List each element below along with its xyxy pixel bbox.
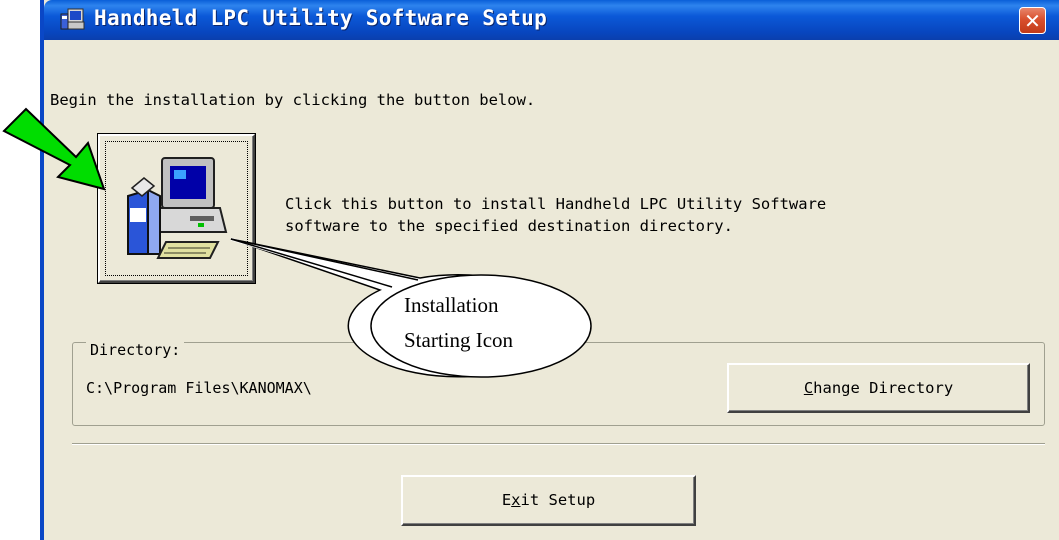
change-directory-button[interactable]: Change Directory (727, 363, 1030, 413)
exit-setup-prefix: E (501, 491, 512, 509)
directory-label: Directory: (86, 341, 185, 359)
change-directory-mnemonic: C (803, 379, 814, 397)
directory-path: C:\Program Files\KANOMAX\ (86, 379, 312, 397)
exit-setup-button[interactable]: Exit Setup (401, 475, 696, 526)
install-description-line-2: software to the specified destination di… (285, 217, 733, 235)
install-button[interactable] (98, 134, 255, 283)
callout-line-1: Installation (404, 293, 499, 317)
callout-line-2: Starting Icon (404, 328, 514, 352)
callout-text: Installation Starting Icon (404, 288, 554, 358)
close-button[interactable]: ✕ (1019, 7, 1046, 34)
green-arrow-icon (2, 107, 106, 191)
window-title: Handheld LPC Utility Software Setup (94, 6, 548, 30)
change-directory-suffix: hange Directory (813, 379, 954, 397)
computer-setup-icon (127, 157, 228, 259)
install-description: Click this button to install Handheld LP… (285, 193, 826, 237)
exit-setup-mnemonic: x (511, 491, 521, 509)
setup-computer-icon (60, 8, 85, 30)
exit-setup-suffix: it Setup (520, 491, 596, 509)
title-bar[interactable]: Handheld LPC Utility Software Setup ✕ (44, 0, 1059, 40)
instruction-text: Begin the installation by clicking the b… (50, 91, 536, 109)
close-icon: ✕ (1024, 9, 1041, 33)
install-description-line-1: Click this button to install Handheld LP… (285, 195, 827, 213)
separator-line (72, 443, 1045, 445)
